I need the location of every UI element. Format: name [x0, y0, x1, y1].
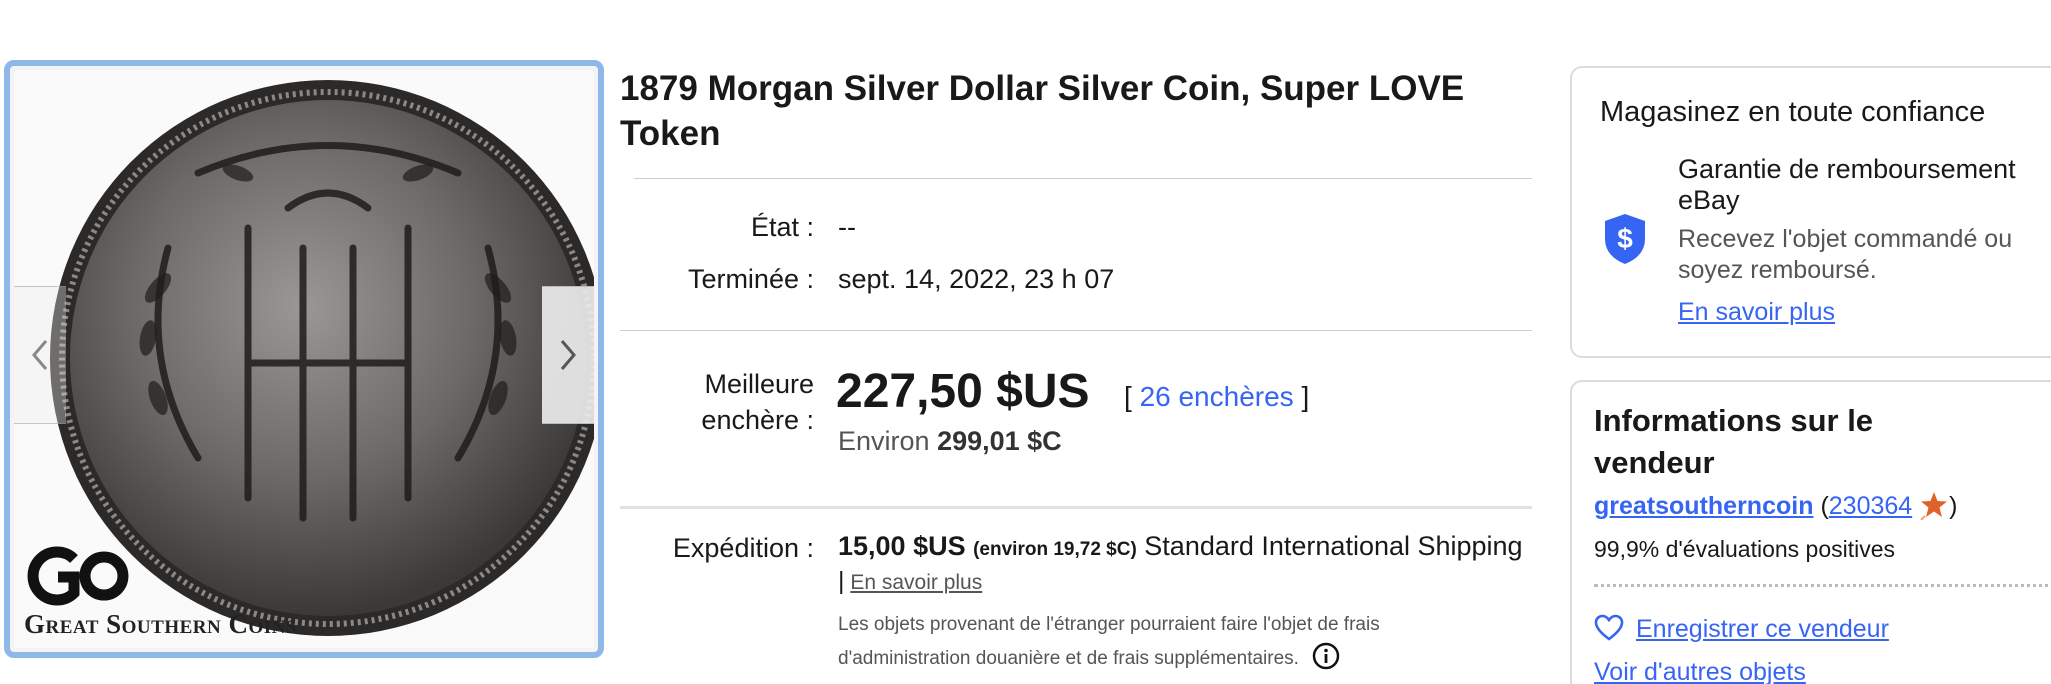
- condition-label: État :: [750, 212, 814, 242]
- item-title: 1879 Morgan Silver Dollar Silver Coin, S…: [620, 69, 1465, 153]
- seller-name-row: greatsoutherncoin (230364 ): [1594, 490, 1957, 521]
- shipping-label: Expédition :: [672, 533, 814, 563]
- info-circle-icon[interactable]: [1312, 642, 1340, 670]
- seller-divider: [1594, 584, 2051, 587]
- brand-logo-icon: [27, 546, 129, 606]
- buyer-confidence-card: Magasinez en toute confiance $ Garantie …: [1570, 66, 2051, 358]
- bid-count: [ 26 enchères ]: [1124, 381, 1309, 413]
- shipping-more-link[interactable]: En savoir plus: [850, 571, 982, 594]
- guarantee-title: Garantie de remboursement eBay: [1678, 154, 2016, 215]
- save-seller-label: Enregistrer ce vendeur: [1636, 615, 1889, 643]
- seller-watermark: Great Southern Coins: [24, 545, 297, 640]
- bid-history-link[interactable]: 26 enchères: [1140, 381, 1294, 412]
- customs-note-text: Les objets provenant de l'étranger pourr…: [838, 614, 1380, 669]
- heart-icon: [1594, 614, 1624, 641]
- approx-value: 299,01 $C: [937, 426, 1062, 456]
- shipping-line: 15,00 $US (environ 19,72 $C) Standard In…: [838, 531, 1523, 562]
- bid-label: Meilleure enchère :: [614, 366, 814, 438]
- customs-note: Les objets provenant de l'étranger pourr…: [838, 608, 1458, 676]
- chevron-right-icon: [560, 340, 576, 370]
- bid-label-line1: Meilleure: [704, 369, 814, 399]
- svg-text:$: $: [1617, 223, 1633, 254]
- shipping-more-row: | En savoir plus: [838, 567, 982, 596]
- feedback-open: (: [1820, 492, 1829, 520]
- shipping-price: 15,00 $US: [838, 531, 966, 561]
- confidence-heading: Magasinez en toute confiance: [1600, 96, 1986, 128]
- gallery-viewport: Great Southern Coins: [14, 70, 594, 648]
- approx-price: Environ 299,01 $C: [838, 426, 1062, 457]
- seller-name-link[interactable]: greatsoutherncoin: [1594, 492, 1813, 520]
- bid-label-line2: enchère :: [701, 405, 814, 435]
- ended-label: Terminée :: [687, 264, 814, 294]
- guarantee-more-link[interactable]: En savoir plus: [1678, 298, 1835, 327]
- previous-image-button[interactable]: [14, 286, 66, 424]
- price-divider: [620, 506, 1532, 509]
- feedback-score-link[interactable]: 230364: [1829, 492, 1912, 520]
- guarantee-description: Recevez l'objet commandé ou soyez rembou…: [1678, 225, 2013, 284]
- shield-dollar-icon: $: [1605, 214, 1645, 264]
- shipping-separator: |: [838, 567, 845, 595]
- save-seller-button[interactable]: Enregistrer ce vendeur: [1594, 614, 1889, 644]
- bids-bracket-open: [: [1124, 381, 1132, 412]
- positive-feedback: 99,9% d'évaluations positives: [1594, 536, 1896, 562]
- status-divider: [620, 330, 1532, 331]
- condition-value: --: [838, 212, 856, 242]
- ended-value: sept. 14, 2022, 23 h 07: [838, 264, 1115, 294]
- next-image-button[interactable]: [542, 286, 594, 424]
- image-gallery[interactable]: Great Southern Coins: [4, 60, 604, 658]
- shipping-approx: (environ 19,72 $C): [973, 539, 1137, 560]
- feedback-close: ): [1949, 492, 1958, 520]
- bids-bracket-close: ]: [1301, 381, 1310, 412]
- brand-name: Great Southern Coins: [24, 609, 297, 639]
- feedback-star-icon: [1920, 492, 1948, 520]
- chevron-left-icon: [32, 340, 48, 370]
- seller-info-card: Informations sur le vendeur greatsouther…: [1570, 380, 2051, 684]
- approx-prefix: Environ: [838, 426, 930, 456]
- seller-heading: Informations sur le vendeur: [1594, 403, 1874, 480]
- seller-other-items-link[interactable]: Voir d'autres objets: [1594, 658, 1806, 684]
- shipping-service: Standard International Shipping: [1144, 531, 1523, 561]
- title-divider: [634, 178, 1532, 179]
- current-bid-price: 227,50 $US: [836, 365, 1090, 418]
